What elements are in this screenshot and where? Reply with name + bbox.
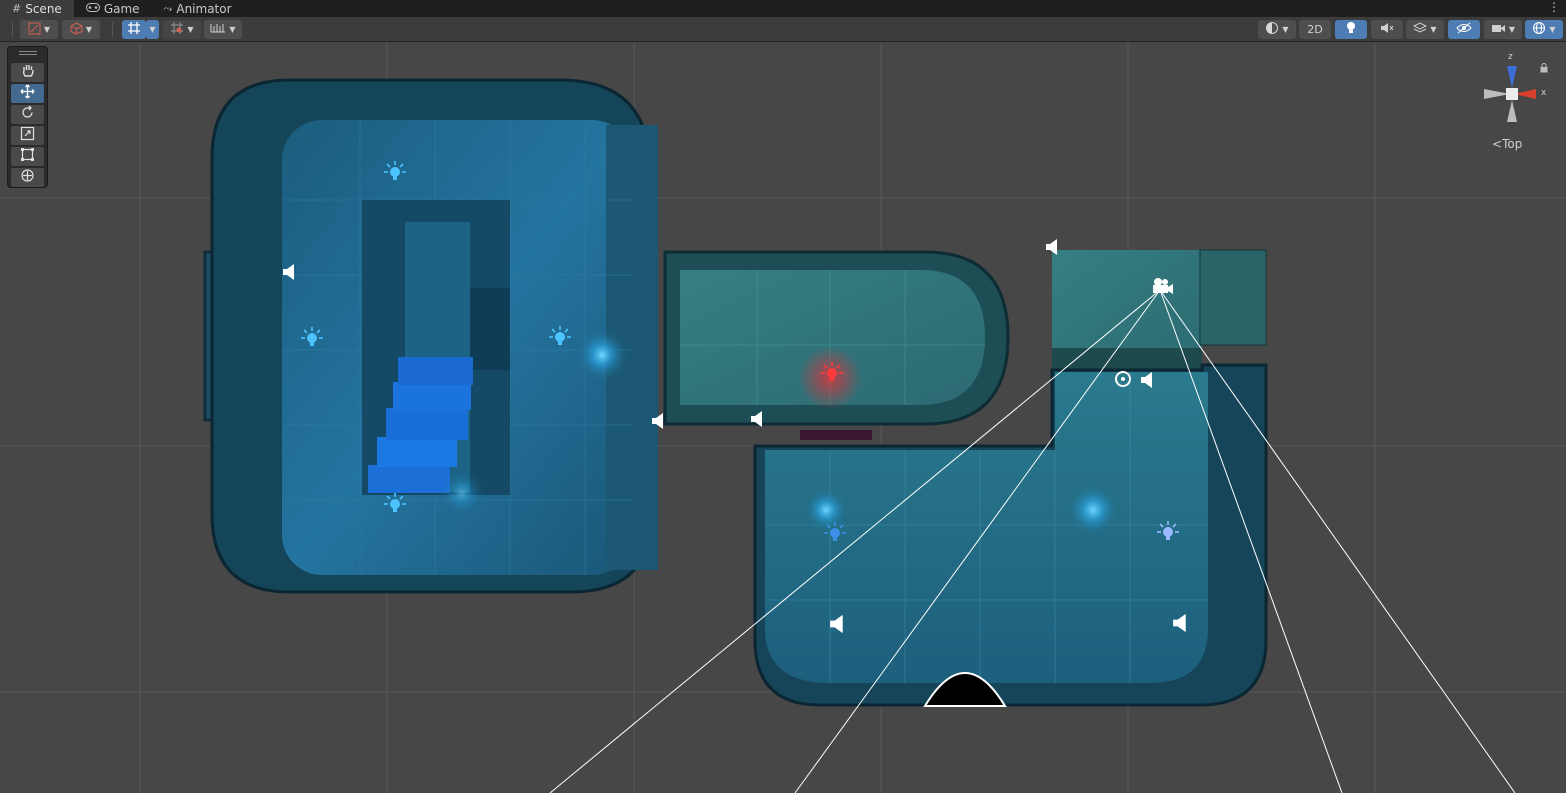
scene-visibility-toggle[interactable] — [1448, 20, 1480, 39]
shading-sphere-icon — [1265, 21, 1279, 38]
chevron-down-icon: ▼ — [85, 25, 93, 34]
tab-animator[interactable]: ⤳ Animator — [152, 0, 244, 17]
audio-source-icon[interactable] — [651, 413, 665, 433]
point-light-icon[interactable] — [1156, 520, 1180, 548]
scale-icon — [20, 126, 35, 145]
hand-icon — [21, 63, 35, 82]
tab-animator-label: Animator — [176, 1, 232, 16]
cube-icon — [70, 21, 83, 38]
perspective-icon: < — [1492, 137, 1503, 151]
audio-listener-icon[interactable] — [1114, 370, 1134, 392]
orientation-gizmo[interactable]: z x — [1478, 52, 1548, 132]
audio-source-icon[interactable] — [750, 411, 764, 431]
snap-settings-button[interactable]: ▼ — [204, 20, 242, 39]
tab-scene[interactable]: # Scene — [0, 0, 74, 17]
tool-palette-handle[interactable] — [19, 51, 37, 55]
gizmo-axis-z-label: z — [1508, 52, 1513, 62]
gizmo-axis-neg-z[interactable] — [1507, 100, 1517, 122]
view-label: Top — [1502, 137, 1523, 151]
audio-source-icon[interactable] — [1045, 239, 1059, 259]
eye-slash-icon — [1456, 22, 1472, 37]
rect-tool[interactable] — [11, 147, 44, 166]
point-light-icon-red[interactable] — [820, 361, 844, 389]
camera-gizmo-icon[interactable] — [1150, 276, 1174, 300]
toolbar-separator — [112, 22, 113, 37]
tab-scene-label: Scene — [25, 1, 62, 16]
scene-camera-button[interactable]: ▼ — [1484, 20, 1522, 39]
chevron-down-icon: ▼ — [149, 25, 156, 34]
move-tool[interactable] — [11, 84, 44, 103]
move-icon — [20, 84, 35, 103]
chevron-down-icon: ▼ — [1508, 25, 1516, 34]
video-camera-icon — [1491, 23, 1506, 37]
gizmo-axis-z[interactable] — [1507, 66, 1517, 88]
hand-tool[interactable] — [11, 63, 44, 82]
tool-palette — [7, 46, 48, 188]
scene-canvas — [0, 43, 1566, 793]
editor-tab-bar: # Scene Game ⤳ Animator ⋮ — [0, 0, 1566, 17]
rotate-icon — [20, 105, 35, 124]
rect-icon — [20, 147, 35, 166]
audio-mute-icon — [1380, 22, 1394, 37]
audio-source-icon[interactable] — [282, 264, 296, 284]
chevron-down-icon: ▼ — [1430, 25, 1437, 34]
animator-icon: ⤳ — [163, 1, 173, 15]
grid-snap-button[interactable] — [122, 20, 146, 39]
ruler-icon — [210, 22, 226, 37]
transform-icon — [20, 168, 35, 187]
audio-source-icon[interactable] — [1140, 372, 1154, 392]
chevron-down-icon: ▼ — [187, 25, 194, 34]
lightbulb-icon — [1345, 21, 1357, 38]
tool-handle-icon — [28, 22, 41, 38]
gizmo-center-cube[interactable] — [1506, 88, 1518, 100]
scene-audio-toggle[interactable] — [1371, 20, 1403, 39]
tab-game[interactable]: Game — [74, 0, 152, 17]
point-light-icon[interactable] — [383, 492, 407, 520]
grid-snap-dropdown[interactable]: ▼ — [146, 20, 159, 39]
gamepad-icon — [85, 2, 100, 15]
view-projection-toggle[interactable]: <Top — [1492, 137, 1522, 151]
draw-mode-button[interactable]: ▼ — [1258, 20, 1296, 39]
chevron-down-icon: ▼ — [1282, 25, 1289, 34]
globe-icon — [1532, 21, 1546, 38]
transform-tool[interactable] — [11, 168, 44, 187]
audio-source-icon[interactable] — [829, 614, 845, 638]
toolbar-separator — [12, 22, 13, 37]
gizmo-axis-x-label: x — [1541, 88, 1547, 98]
toggle-2d-label: 2D — [1307, 23, 1323, 36]
rotate-tool[interactable] — [11, 105, 44, 124]
audio-source-icon[interactable] — [1172, 613, 1188, 637]
point-light-icon[interactable] — [823, 521, 847, 549]
pivot-rotation-button[interactable]: ▼ — [62, 20, 100, 39]
gizmos-button[interactable]: ▼ — [1525, 20, 1563, 39]
tool-handle-button[interactable]: ▼ — [20, 20, 58, 39]
point-light-icon[interactable] — [383, 160, 407, 188]
room-left[interactable] — [203, 78, 658, 594]
grid-snap-icon — [127, 21, 141, 38]
layers-icon — [1413, 22, 1428, 37]
grid-icon: # — [12, 2, 22, 15]
chevron-down-icon: ▼ — [1549, 25, 1556, 34]
point-light-icon[interactable] — [548, 325, 572, 353]
point-light-icon[interactable] — [300, 326, 324, 354]
scene-effects-button[interactable]: ▼ — [1406, 20, 1444, 39]
scale-tool[interactable] — [11, 126, 44, 145]
scene-viewport[interactable] — [0, 43, 1566, 793]
snap-increment-icon — [170, 21, 184, 38]
scene-toolbar: ▼ ▼ ▼ ▼ ▼ ▼ 2D ▼ ▼ ▼ — [0, 17, 1566, 42]
chevron-down-icon: ▼ — [43, 25, 51, 34]
toggle-2d-button[interactable]: 2D — [1299, 20, 1331, 39]
room-center[interactable] — [663, 250, 1010, 440]
increment-snap-button[interactable]: ▼ — [163, 20, 201, 39]
tab-game-label: Game — [103, 1, 140, 16]
tab-menu-button[interactable]: ⋮ — [1548, 0, 1560, 15]
gizmo-lock-icon[interactable] — [1540, 58, 1548, 77]
scene-lighting-toggle[interactable] — [1335, 20, 1367, 39]
chevron-down-icon: ▼ — [229, 25, 236, 34]
